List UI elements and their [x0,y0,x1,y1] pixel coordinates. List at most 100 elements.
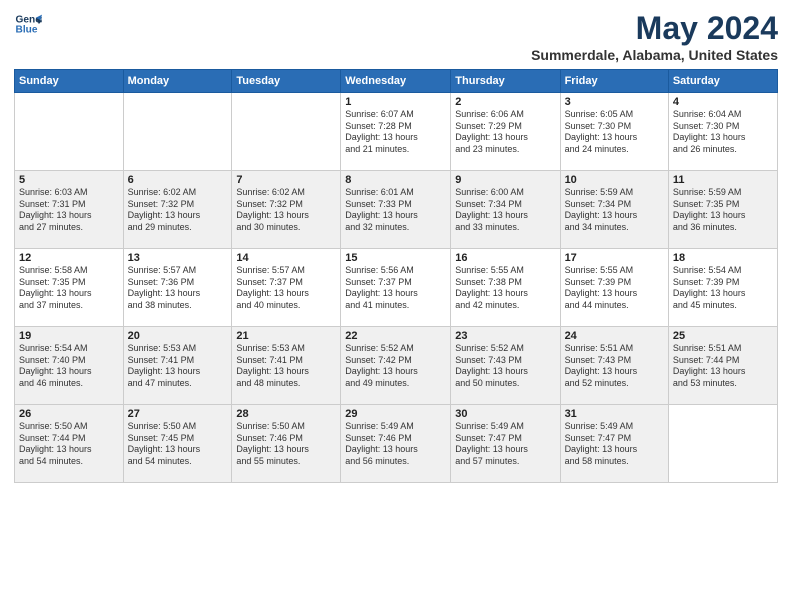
logo: General Blue [14,10,42,38]
day-info: Sunrise: 5:57 AM Sunset: 7:36 PM Dayligh… [128,265,228,312]
day-number: 1 [345,96,446,108]
day-info: Sunrise: 6:00 AM Sunset: 7:34 PM Dayligh… [455,187,555,234]
calendar-cell: 20Sunrise: 5:53 AM Sunset: 7:41 PM Dayli… [123,327,232,405]
day-number: 27 [128,408,228,420]
day-info: Sunrise: 5:49 AM Sunset: 7:47 PM Dayligh… [565,421,664,468]
calendar-cell [15,93,124,171]
day-number: 8 [345,174,446,186]
calendar-cell [232,93,341,171]
calendar-week-3: 12Sunrise: 5:58 AM Sunset: 7:35 PM Dayli… [15,249,778,327]
calendar-cell: 17Sunrise: 5:55 AM Sunset: 7:39 PM Dayli… [560,249,668,327]
day-number: 12 [19,252,119,264]
day-number: 16 [455,252,555,264]
col-monday: Monday [123,70,232,93]
day-number: 21 [236,330,336,342]
day-info: Sunrise: 5:49 AM Sunset: 7:47 PM Dayligh… [455,421,555,468]
day-info: Sunrise: 5:56 AM Sunset: 7:37 PM Dayligh… [345,265,446,312]
day-number: 25 [673,330,773,342]
header-row: Sunday Monday Tuesday Wednesday Thursday… [15,70,778,93]
day-info: Sunrise: 5:50 AM Sunset: 7:45 PM Dayligh… [128,421,228,468]
day-info: Sunrise: 6:05 AM Sunset: 7:30 PM Dayligh… [565,109,664,156]
calendar-cell: 9Sunrise: 6:00 AM Sunset: 7:34 PM Daylig… [451,171,560,249]
day-info: Sunrise: 5:54 AM Sunset: 7:39 PM Dayligh… [673,265,773,312]
calendar-cell: 25Sunrise: 5:51 AM Sunset: 7:44 PM Dayli… [668,327,777,405]
day-info: Sunrise: 5:53 AM Sunset: 7:41 PM Dayligh… [128,343,228,390]
day-number: 3 [565,96,664,108]
calendar-cell: 4Sunrise: 6:04 AM Sunset: 7:30 PM Daylig… [668,93,777,171]
calendar-cell: 30Sunrise: 5:49 AM Sunset: 7:47 PM Dayli… [451,405,560,483]
day-number: 17 [565,252,664,264]
day-info: Sunrise: 5:55 AM Sunset: 7:39 PM Dayligh… [565,265,664,312]
logo-icon: General Blue [14,10,42,38]
calendar-cell: 31Sunrise: 5:49 AM Sunset: 7:47 PM Dayli… [560,405,668,483]
header: General Blue May 2024 Summerdale, Alabam… [14,10,778,63]
day-number: 5 [19,174,119,186]
calendar-cell: 2Sunrise: 6:06 AM Sunset: 7:29 PM Daylig… [451,93,560,171]
calendar-cell: 15Sunrise: 5:56 AM Sunset: 7:37 PM Dayli… [341,249,451,327]
main-title: May 2024 [531,10,778,47]
day-info: Sunrise: 6:02 AM Sunset: 7:32 PM Dayligh… [128,187,228,234]
day-info: Sunrise: 5:54 AM Sunset: 7:40 PM Dayligh… [19,343,119,390]
day-info: Sunrise: 5:53 AM Sunset: 7:41 PM Dayligh… [236,343,336,390]
day-info: Sunrise: 5:57 AM Sunset: 7:37 PM Dayligh… [236,265,336,312]
calendar-week-1: 1Sunrise: 6:07 AM Sunset: 7:28 PM Daylig… [15,93,778,171]
calendar: Sunday Monday Tuesday Wednesday Thursday… [14,69,778,483]
calendar-cell: 19Sunrise: 5:54 AM Sunset: 7:40 PM Dayli… [15,327,124,405]
calendar-week-5: 26Sunrise: 5:50 AM Sunset: 7:44 PM Dayli… [15,405,778,483]
page: General Blue May 2024 Summerdale, Alabam… [0,0,792,612]
day-info: Sunrise: 6:07 AM Sunset: 7:28 PM Dayligh… [345,109,446,156]
calendar-cell [123,93,232,171]
calendar-cell: 23Sunrise: 5:52 AM Sunset: 7:43 PM Dayli… [451,327,560,405]
subtitle: Summerdale, Alabama, United States [531,47,778,63]
day-info: Sunrise: 5:59 AM Sunset: 7:35 PM Dayligh… [673,187,773,234]
calendar-week-4: 19Sunrise: 5:54 AM Sunset: 7:40 PM Dayli… [15,327,778,405]
calendar-cell: 18Sunrise: 5:54 AM Sunset: 7:39 PM Dayli… [668,249,777,327]
day-number: 4 [673,96,773,108]
day-number: 23 [455,330,555,342]
calendar-cell: 26Sunrise: 5:50 AM Sunset: 7:44 PM Dayli… [15,405,124,483]
day-info: Sunrise: 6:04 AM Sunset: 7:30 PM Dayligh… [673,109,773,156]
title-block: May 2024 Summerdale, Alabama, United Sta… [531,10,778,63]
day-info: Sunrise: 5:58 AM Sunset: 7:35 PM Dayligh… [19,265,119,312]
day-info: Sunrise: 5:51 AM Sunset: 7:43 PM Dayligh… [565,343,664,390]
day-number: 7 [236,174,336,186]
day-number: 29 [345,408,446,420]
calendar-cell: 13Sunrise: 5:57 AM Sunset: 7:36 PM Dayli… [123,249,232,327]
day-info: Sunrise: 6:03 AM Sunset: 7:31 PM Dayligh… [19,187,119,234]
day-info: Sunrise: 5:59 AM Sunset: 7:34 PM Dayligh… [565,187,664,234]
calendar-cell: 11Sunrise: 5:59 AM Sunset: 7:35 PM Dayli… [668,171,777,249]
col-wednesday: Wednesday [341,70,451,93]
day-number: 26 [19,408,119,420]
day-number: 22 [345,330,446,342]
calendar-cell: 28Sunrise: 5:50 AM Sunset: 7:46 PM Dayli… [232,405,341,483]
day-number: 6 [128,174,228,186]
col-sunday: Sunday [15,70,124,93]
day-info: Sunrise: 6:02 AM Sunset: 7:32 PM Dayligh… [236,187,336,234]
calendar-cell: 1Sunrise: 6:07 AM Sunset: 7:28 PM Daylig… [341,93,451,171]
calendar-cell: 27Sunrise: 5:50 AM Sunset: 7:45 PM Dayli… [123,405,232,483]
calendar-cell: 6Sunrise: 6:02 AM Sunset: 7:32 PM Daylig… [123,171,232,249]
calendar-cell: 14Sunrise: 5:57 AM Sunset: 7:37 PM Dayli… [232,249,341,327]
svg-text:Blue: Blue [16,25,38,36]
col-tuesday: Tuesday [232,70,341,93]
calendar-week-2: 5Sunrise: 6:03 AM Sunset: 7:31 PM Daylig… [15,171,778,249]
day-number: 14 [236,252,336,264]
day-number: 20 [128,330,228,342]
day-number: 28 [236,408,336,420]
day-info: Sunrise: 5:52 AM Sunset: 7:43 PM Dayligh… [455,343,555,390]
calendar-cell: 24Sunrise: 5:51 AM Sunset: 7:43 PM Dayli… [560,327,668,405]
day-info: Sunrise: 5:50 AM Sunset: 7:44 PM Dayligh… [19,421,119,468]
calendar-cell: 5Sunrise: 6:03 AM Sunset: 7:31 PM Daylig… [15,171,124,249]
day-info: Sunrise: 5:52 AM Sunset: 7:42 PM Dayligh… [345,343,446,390]
col-thursday: Thursday [451,70,560,93]
day-info: Sunrise: 5:49 AM Sunset: 7:46 PM Dayligh… [345,421,446,468]
day-number: 10 [565,174,664,186]
calendar-cell: 16Sunrise: 5:55 AM Sunset: 7:38 PM Dayli… [451,249,560,327]
day-number: 2 [455,96,555,108]
calendar-cell [668,405,777,483]
day-number: 13 [128,252,228,264]
calendar-cell: 22Sunrise: 5:52 AM Sunset: 7:42 PM Dayli… [341,327,451,405]
day-info: Sunrise: 6:06 AM Sunset: 7:29 PM Dayligh… [455,109,555,156]
day-info: Sunrise: 5:55 AM Sunset: 7:38 PM Dayligh… [455,265,555,312]
day-number: 31 [565,408,664,420]
